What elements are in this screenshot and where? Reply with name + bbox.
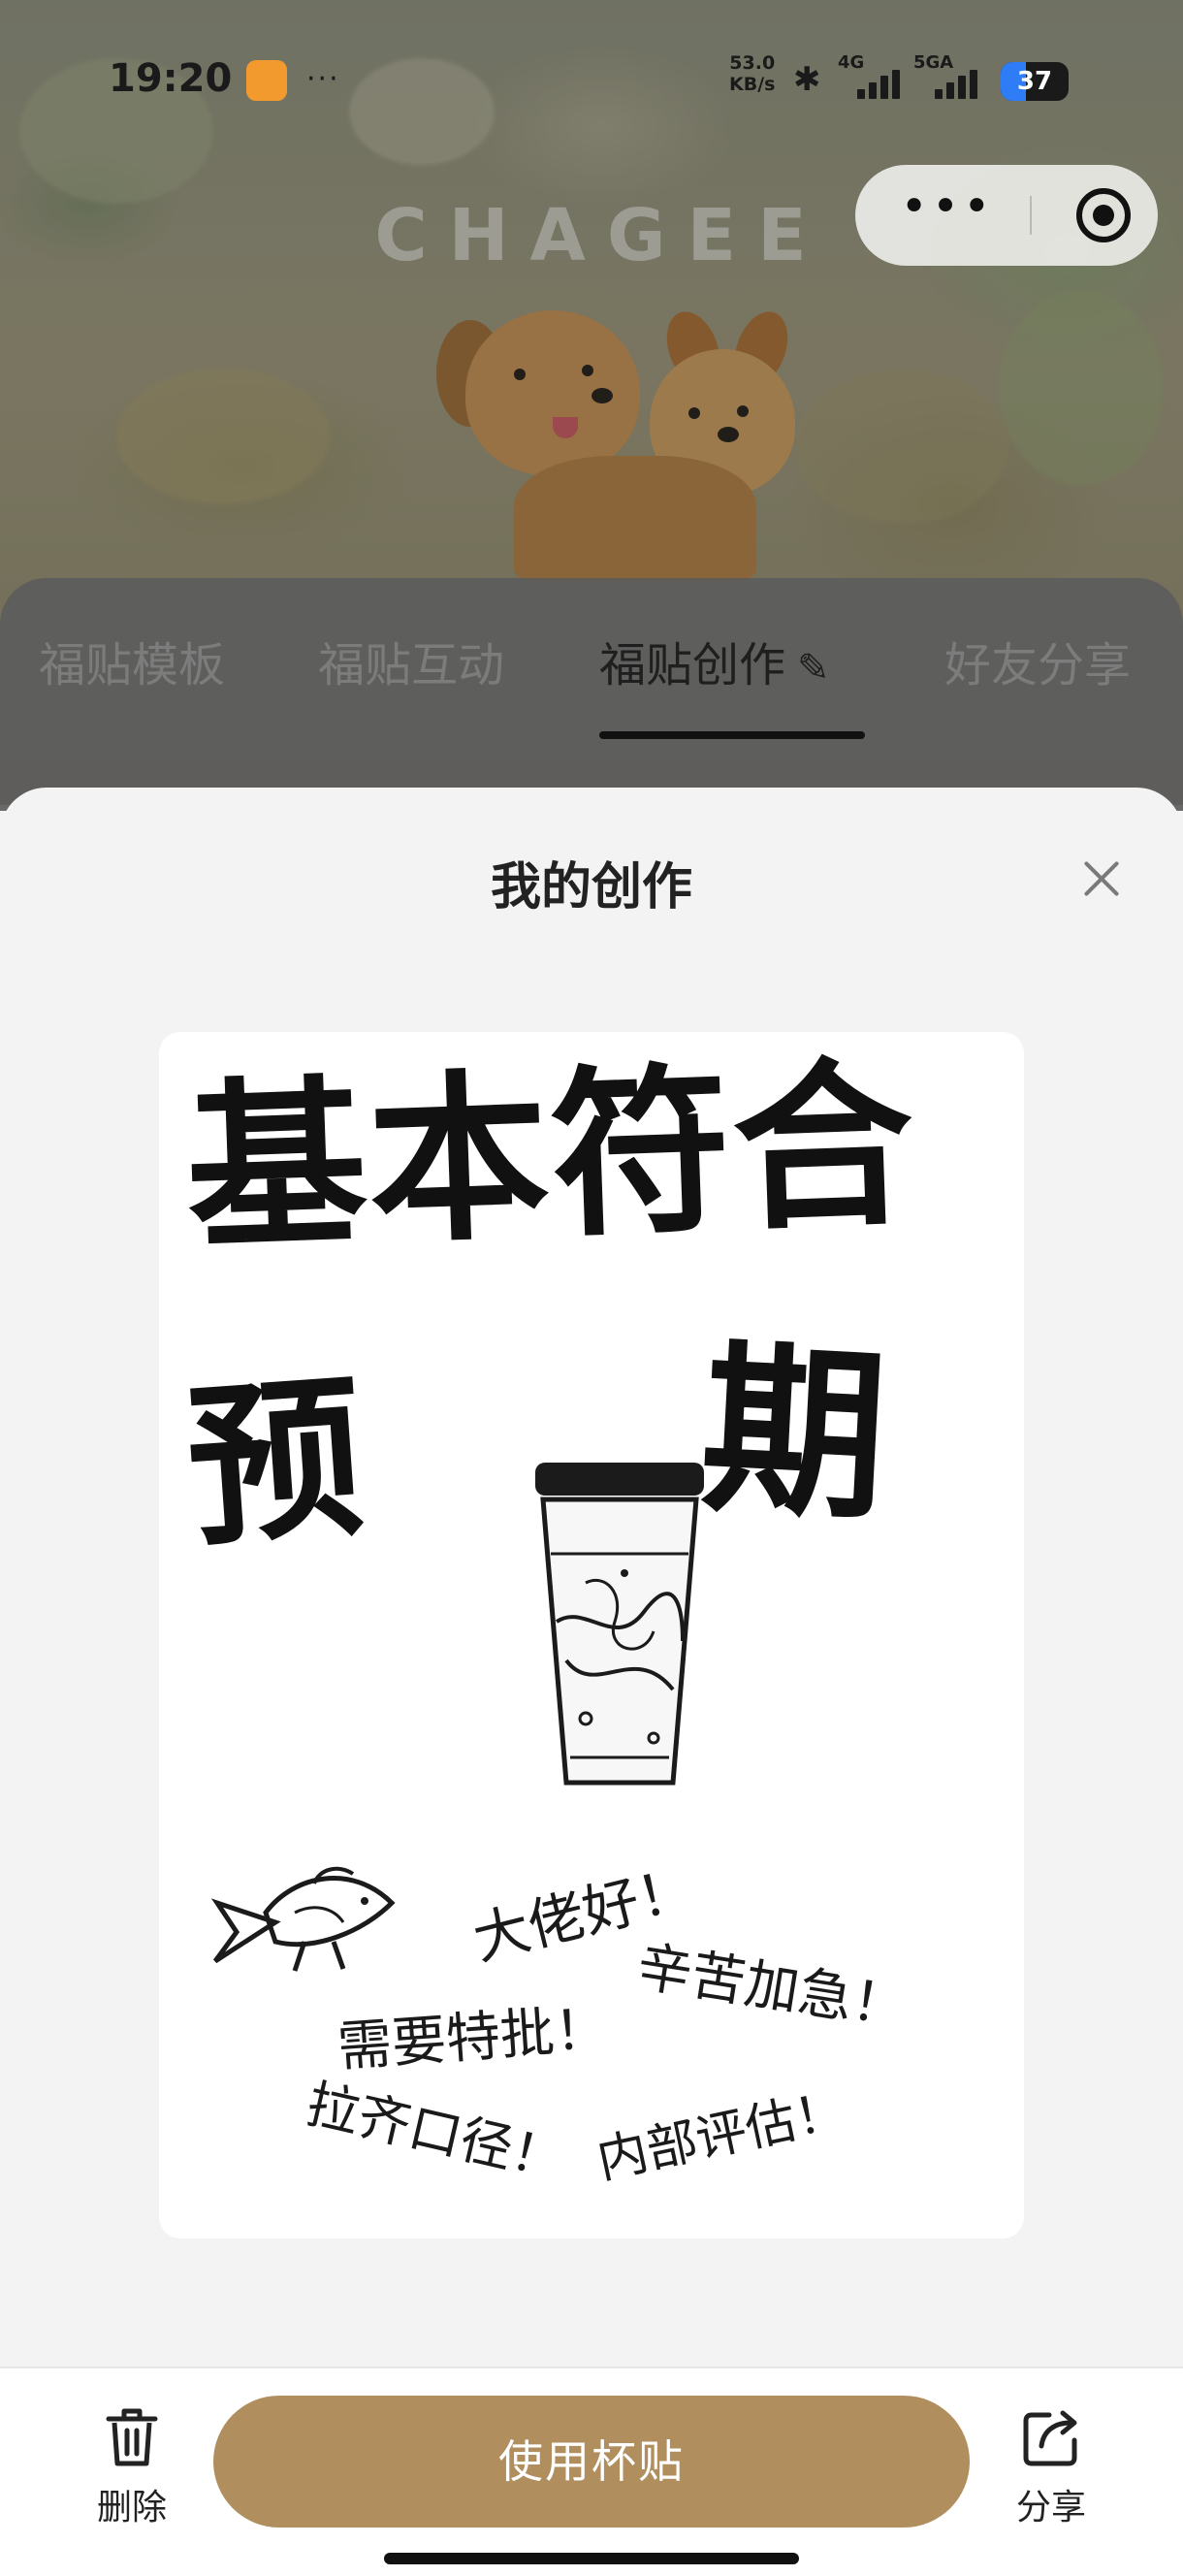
home-indicator — [384, 2553, 799, 2564]
artwork-line-1: 基本符合 — [182, 1038, 919, 1275]
delete-label: 删除 — [96, 2488, 167, 2528]
tab-friend-share[interactable]: 好友分享 — [944, 627, 1131, 694]
tab-bar: 福贴模板 福贴互动 福贴创作 ✎ 好友分享 — [0, 578, 1183, 811]
share-icon — [1023, 2410, 1077, 2466]
artwork-card[interactable]: 基本符合 预 期 大佬好！ 辛苦加急！ 需要特批！ 拉齐口径！ 内部评估！ — [159, 1032, 1024, 2238]
clock: 19:20 — [109, 56, 233, 101]
app-badge-icon — [246, 60, 287, 101]
capsule-divider — [1030, 196, 1032, 235]
delete-button[interactable]: 删除 — [64, 2405, 200, 2529]
creation-sheet: 我的创作 基本符合 预 期 大佬好！ 辛苦加急！ 需要特批！ 拉齐口径！ 内部评… — [0, 788, 1183, 2576]
artwork-text-2: 辛苦加急！ — [632, 1935, 911, 2041]
tab-active-indicator — [599, 731, 865, 739]
tab-creation[interactable]: 福贴创作 ✎ — [599, 627, 830, 694]
bluetooth-icon: ✱ — [793, 60, 821, 99]
artwork-line-2-left: 预 — [180, 1356, 370, 1572]
fish-icon — [210, 1866, 396, 1972]
net-speed: 53.0 KB/s — [729, 52, 776, 95]
close-miniprogram-icon[interactable] — [1076, 188, 1131, 242]
action-bar: 删除 使用杯贴 分享 — [0, 2367, 1183, 2576]
tab-templates[interactable]: 福贴模板 — [39, 627, 225, 694]
tea-cup-icon — [535, 1463, 704, 1786]
tab-creation-label: 福贴创作 — [599, 638, 786, 692]
sheet-title: 我的创作 — [490, 858, 692, 917]
artwork-line-2-right: 期 — [696, 1322, 892, 1546]
artwork-text-5: 内部评估！ — [592, 2080, 851, 2191]
share-button[interactable]: 分享 — [983, 2405, 1119, 2529]
more-icon[interactable]: ••• — [894, 183, 1001, 239]
artwork-text-3: 需要特批！ — [336, 1997, 611, 2079]
status-bar: 19:20 ··· 53.0 KB/s ✱ 4G 5GA 37 — [0, 0, 1183, 155]
use-sticker-button[interactable]: 使用杯贴 — [213, 2396, 970, 2528]
overflow-indicator: ··· — [306, 62, 340, 96]
battery-icon: 37 — [1001, 62, 1069, 101]
miniprogram-capsule: ••• — [855, 165, 1158, 266]
artwork-text-4: 拉齐口径！ — [301, 2073, 570, 2192]
pen-icon: ✎ — [797, 646, 830, 691]
share-label: 分享 — [1015, 2488, 1086, 2528]
trash-icon — [106, 2408, 158, 2466]
close-icon[interactable] — [1074, 852, 1129, 906]
tab-interaction[interactable]: 福贴互动 — [318, 627, 504, 694]
